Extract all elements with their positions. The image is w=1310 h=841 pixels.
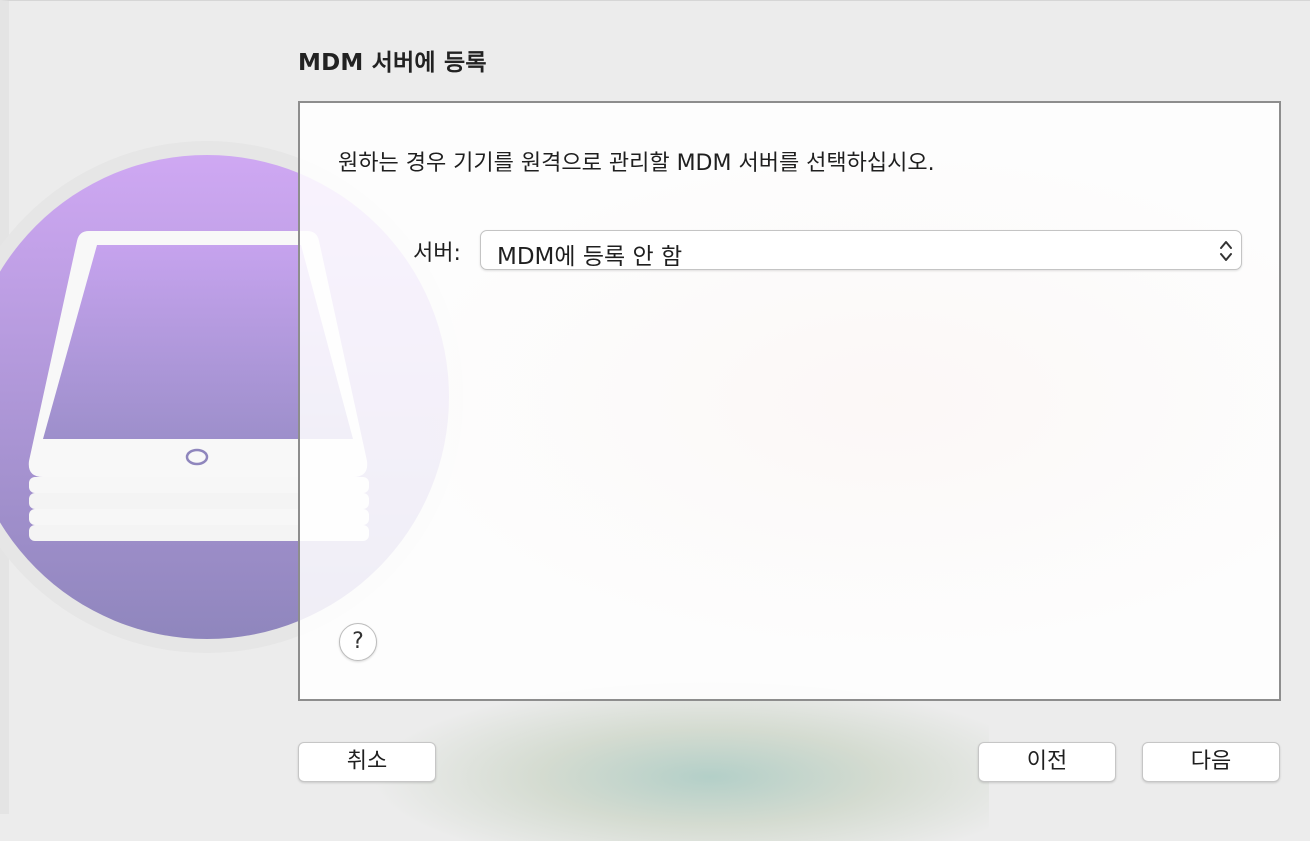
window: MDM 서버에 등록 원하는 경우 기기를 원격으로 관리할 MDM 서버를 선…	[0, 0, 1310, 841]
server-select-value: MDM에 등록 안 함	[497, 244, 683, 270]
instruction-text: 원하는 경우 기기를 원격으로 관리할 MDM 서버를 선택하십시오.	[338, 151, 935, 176]
page-title: MDM 서버에 등록	[298, 50, 487, 76]
previous-button[interactable]: 이전	[978, 742, 1116, 782]
help-button[interactable]: ?	[339, 623, 377, 661]
background-glow	[369, 681, 989, 841]
server-label: 서버:	[413, 241, 461, 266]
next-button[interactable]: 다음	[1142, 742, 1280, 782]
cancel-button[interactable]: 취소	[298, 742, 436, 782]
chevron-up-down-icon	[1217, 238, 1235, 264]
content-panel: 원하는 경우 기기를 원격으로 관리할 MDM 서버를 선택하십시오. 서버: …	[298, 101, 1281, 701]
server-select[interactable]: MDM에 등록 안 함	[480, 230, 1242, 270]
